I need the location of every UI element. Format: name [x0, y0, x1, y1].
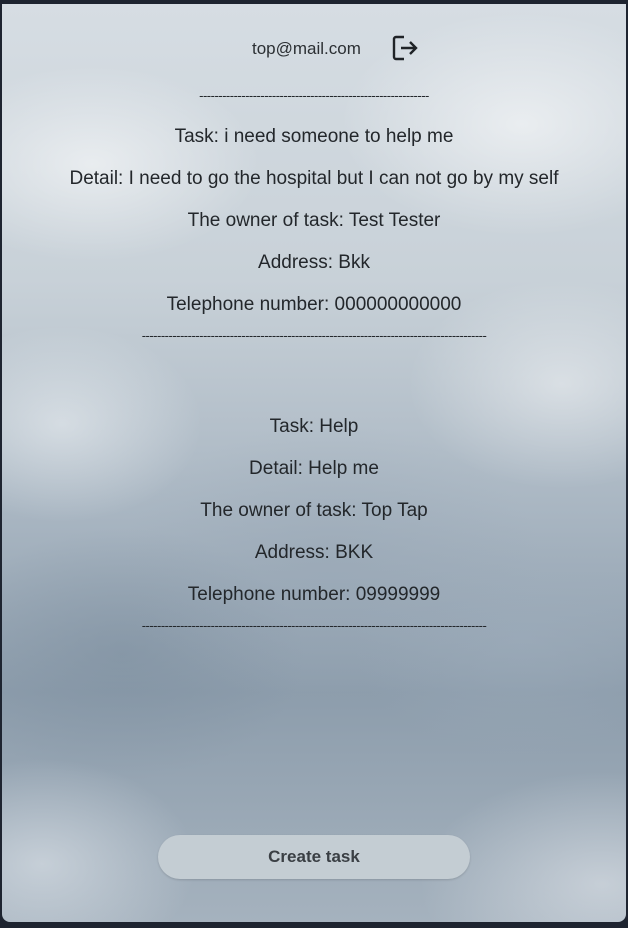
logout-icon — [392, 35, 418, 61]
task-title: Task: Help — [269, 416, 359, 437]
task-card: Task: i need someone to help me Detail: … — [2, 116, 626, 346]
task-phone: Telephone number: 000000000000 — [166, 294, 462, 315]
task-list: ----------------------------------------… — [2, 86, 626, 636]
task-address: Address: BKK — [254, 542, 374, 563]
app-window: top@mail.com ---------------------------… — [2, 4, 626, 922]
divider: ----------------------------------------… — [199, 88, 429, 103]
header: top@mail.com — [2, 32, 626, 66]
task-card: Task: Help Detail: Help me The owner of … — [2, 406, 626, 636]
task-owner: The owner of task: Test Tester — [187, 210, 441, 231]
task-detail: Detail: I need to go the hospital but I … — [69, 168, 559, 189]
divider: ----------------------------------------… — [141, 618, 487, 633]
task-address: Address: Bkk — [258, 252, 370, 273]
logout-button[interactable] — [390, 32, 422, 64]
divider: ----------------------------------------… — [141, 328, 487, 343]
create-task-button[interactable]: Create task — [158, 835, 470, 879]
task-phone: Telephone number: 09999999 — [187, 584, 441, 605]
user-email: top@mail.com — [252, 39, 361, 58]
task-detail: Detail: Help me — [249, 458, 379, 479]
task-title: Task: i need someone to help me — [174, 126, 454, 147]
task-owner: The owner of task: Top Tap — [200, 500, 428, 521]
